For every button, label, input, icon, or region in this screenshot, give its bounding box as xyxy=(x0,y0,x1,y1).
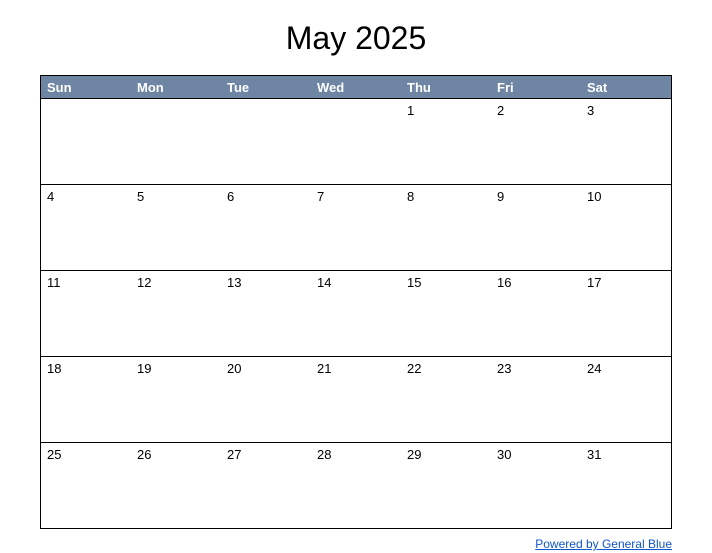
day-cell: 23 xyxy=(491,357,581,442)
weekday-wed: Wed xyxy=(311,80,401,95)
day-cell: 31 xyxy=(581,443,671,528)
footer: Powered by General Blue xyxy=(40,535,672,553)
day-cell: 6 xyxy=(221,185,311,270)
week-row: 1 2 3 xyxy=(41,98,671,184)
day-cell: 29 xyxy=(401,443,491,528)
day-cell: 18 xyxy=(41,357,131,442)
day-cell: 10 xyxy=(581,185,671,270)
day-cell: 8 xyxy=(401,185,491,270)
day-cell: 15 xyxy=(401,271,491,356)
day-cell xyxy=(221,99,311,184)
weekday-tue: Tue xyxy=(221,80,311,95)
weekday-thu: Thu xyxy=(401,80,491,95)
weekday-sat: Sat xyxy=(581,80,671,95)
day-cell: 11 xyxy=(41,271,131,356)
week-row: 25 26 27 28 29 30 31 xyxy=(41,442,671,528)
day-cell: 12 xyxy=(131,271,221,356)
day-cell: 3 xyxy=(581,99,671,184)
day-cell: 28 xyxy=(311,443,401,528)
weekday-fri: Fri xyxy=(491,80,581,95)
day-cell: 1 xyxy=(401,99,491,184)
day-cell: 20 xyxy=(221,357,311,442)
day-cell: 22 xyxy=(401,357,491,442)
day-cell: 5 xyxy=(131,185,221,270)
day-cell: 14 xyxy=(311,271,401,356)
day-cell: 4 xyxy=(41,185,131,270)
day-cell: 17 xyxy=(581,271,671,356)
day-cell: 30 xyxy=(491,443,581,528)
day-cell xyxy=(311,99,401,184)
weekday-sun: Sun xyxy=(41,80,131,95)
day-cell xyxy=(41,99,131,184)
calendar-title: May 2025 xyxy=(40,20,672,57)
calendar-grid: Sun Mon Tue Wed Thu Fri Sat 1 2 3 4 5 6 … xyxy=(40,75,672,529)
day-cell: 13 xyxy=(221,271,311,356)
day-cell: 19 xyxy=(131,357,221,442)
week-row: 4 5 6 7 8 9 10 xyxy=(41,184,671,270)
day-cell: 7 xyxy=(311,185,401,270)
day-cell: 27 xyxy=(221,443,311,528)
weekday-header-row: Sun Mon Tue Wed Thu Fri Sat xyxy=(41,76,671,98)
day-cell: 24 xyxy=(581,357,671,442)
weekday-mon: Mon xyxy=(131,80,221,95)
day-cell: 26 xyxy=(131,443,221,528)
powered-by-link[interactable]: Powered by General Blue xyxy=(535,537,672,551)
week-row: 11 12 13 14 15 16 17 xyxy=(41,270,671,356)
day-cell: 9 xyxy=(491,185,581,270)
week-row: 18 19 20 21 22 23 24 xyxy=(41,356,671,442)
day-cell: 2 xyxy=(491,99,581,184)
day-cell: 21 xyxy=(311,357,401,442)
day-cell xyxy=(131,99,221,184)
day-cell: 16 xyxy=(491,271,581,356)
day-cell: 25 xyxy=(41,443,131,528)
